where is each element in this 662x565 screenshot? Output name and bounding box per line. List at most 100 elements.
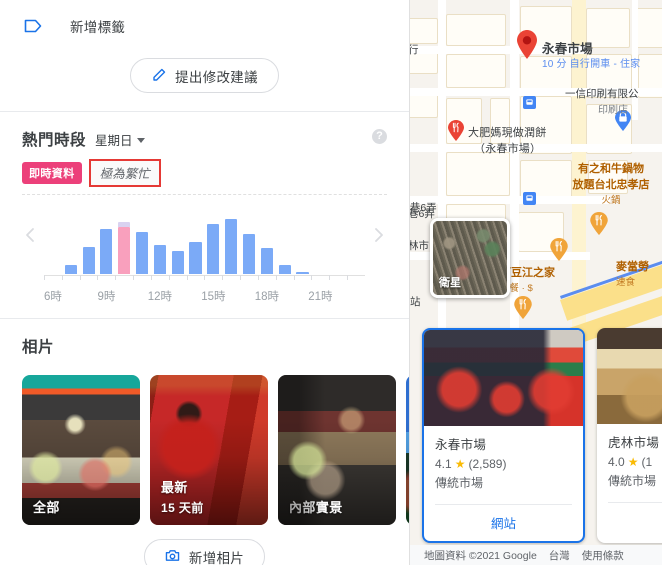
chart-bar [242, 233, 256, 274]
chart-x-label: 6時 [43, 291, 62, 303]
chart-tick [311, 275, 329, 280]
place-card-rating: 4.0 [608, 455, 625, 469]
photo-caption: 最新 15 天前 [161, 477, 204, 516]
photo-caption-text: 最新 [161, 480, 188, 495]
popular-times-chart [22, 194, 387, 286]
place-card-category: 傳統市場 [435, 476, 484, 490]
chart-bar-slot[interactable] [329, 202, 347, 274]
place-card-image [424, 330, 583, 426]
poi-label-2: 一信印刷有限公 [565, 88, 639, 100]
chart-bars [44, 202, 365, 274]
place-card-name: 虎林市場 [608, 436, 660, 450]
chart-bar-slot[interactable] [311, 202, 329, 274]
place-cards-carousel: 永春市場 4.1 ★ (2,589) 傳統市場 網站 虎林市場 4.0 ★ (1… [422, 328, 662, 543]
place-card-rating-row: 4.1 ★ (2,589) [435, 457, 572, 471]
chart-x-labels: 6時 9時 12時 15時 18時 21時 [44, 288, 365, 308]
place-card-image [597, 328, 662, 424]
chart-bar-slot[interactable] [294, 202, 312, 274]
map-block [410, 18, 438, 44]
add-photo-button[interactable]: 新增相片 [143, 539, 266, 565]
suggest-edit-button[interactable]: 提出修改建議 [130, 58, 279, 93]
chevron-right-icon[interactable] [369, 225, 389, 245]
place-card-body: 虎林市場 4.0 ★ (1 傳統市場 [597, 424, 662, 495]
satellite-toggle[interactable]: 衛星 [430, 218, 510, 298]
chart-bar-slot[interactable] [222, 202, 240, 274]
chart-bar-slot[interactable] [204, 202, 222, 274]
chart-bar-slot[interactable] [151, 202, 169, 274]
add-label-row[interactable]: 新增標籤 [0, 6, 409, 46]
photos-title: 相片 [22, 339, 55, 356]
chart-tick [329, 275, 347, 280]
place-card-name: 永春市場 [435, 438, 487, 452]
chart-bar-slot[interactable] [80, 202, 98, 274]
popular-times-section: 熱門時段 星期日 ? 即時資料 極為繁忙 6時 9時 12時 15時 18時 2… [0, 112, 409, 318]
live-status-row: 即時資料 極為繁忙 [22, 159, 387, 187]
photo-card-interior[interactable]: 內部實景 [278, 375, 396, 525]
place-card-reviews: (2,589) [468, 457, 507, 471]
chart-bar-slot[interactable] [258, 202, 276, 274]
camera-icon [165, 549, 180, 564]
bus-station-icon[interactable] [523, 96, 536, 109]
live-data-badge: 即時資料 [22, 162, 82, 184]
chart-tick [133, 275, 151, 280]
chart-bar-slot[interactable] [276, 202, 294, 274]
restaurant-pin[interactable] [514, 296, 532, 319]
restaurant-pin[interactable] [550, 238, 568, 261]
chart-bar-slot[interactable] [44, 202, 62, 274]
chart-bar-slot[interactable] [97, 202, 115, 274]
restaurant-pin[interactable] [590, 212, 608, 235]
restaurant-pin[interactable] [448, 120, 464, 141]
day-selector[interactable]: 星期日 [95, 130, 145, 149]
chart-bar-slot[interactable] [187, 202, 205, 274]
chart-tick [347, 275, 365, 280]
chart-bar-slot[interactable] [240, 202, 258, 274]
map-view[interactable]: 永春市場 10 分 自行開車 - 住家 大肥媽現做潤餅 （永春市場） 一信印刷有… [410, 0, 662, 565]
attribution-terms[interactable]: 使用條款 [582, 548, 624, 563]
photo-card-latest[interactable]: 最新 15 天前 [150, 375, 268, 525]
place-card-website-link[interactable]: 網站 [424, 505, 583, 541]
place-card-0[interactable]: 永春市場 4.1 ★ (2,589) 傳統市場 網站 [422, 328, 585, 543]
place-card-reviews: (1 [641, 455, 653, 469]
suggest-edit-row: 提出修改建議 [0, 46, 409, 111]
main-place-pin[interactable] [516, 30, 537, 59]
chevron-left-icon[interactable] [20, 225, 40, 245]
chevron-down-icon [136, 138, 145, 143]
map-attribution: 地圖資料 ©2021 Google 台灣 使用條款 [410, 545, 662, 565]
chart-bar [260, 248, 273, 274]
map-block [636, 8, 662, 48]
chart-bar [153, 245, 166, 274]
place-card-website-link[interactable] [597, 503, 662, 534]
app-root: 新增標籤 提出修改建議 熱門時段 星期日 ? 即時資料 極為繁忙 6時 9時 1… [0, 0, 662, 565]
chart-bar-projected-cap [118, 222, 131, 227]
street-label-3: 站 [410, 296, 421, 308]
photo-card-all[interactable]: 全部 [22, 375, 140, 525]
chart-bar-slot[interactable] [62, 202, 80, 274]
place-card-1[interactable]: 虎林市場 4.0 ★ (1 傳統市場 [597, 328, 662, 543]
chart-bar-slot[interactable] [133, 202, 151, 274]
pencil-icon [151, 68, 166, 83]
photo-shade [278, 375, 396, 525]
street-label-2: 林市 [410, 240, 429, 252]
help-icon[interactable]: ? [372, 129, 387, 144]
chart-bar-slot[interactable] [115, 202, 133, 274]
chart-x-label: 15時 [201, 291, 226, 303]
chart-bar-slot[interactable] [347, 202, 365, 274]
chart-ticks [44, 275, 365, 280]
chart-bar-slot[interactable] [169, 202, 187, 274]
chart-bar [64, 264, 77, 274]
photo-caption-text: 全部 [33, 500, 60, 515]
add-photo-row: 新增相片 [22, 539, 387, 565]
chart-bar [225, 219, 238, 274]
chart-tick [44, 275, 62, 280]
chart-tick [150, 275, 169, 280]
chart-x-label: 21時 [308, 291, 333, 303]
photo-shade [22, 375, 140, 525]
popular-times-header: 熱門時段 星期日 [22, 128, 387, 150]
chart-bar [278, 264, 291, 274]
map-block [446, 14, 506, 46]
chart-bar [136, 232, 149, 274]
bus-station-icon[interactable] [523, 192, 536, 205]
chart-bar [296, 271, 309, 274]
chart-bar [189, 241, 202, 274]
street-label-0: 行 [410, 44, 419, 56]
